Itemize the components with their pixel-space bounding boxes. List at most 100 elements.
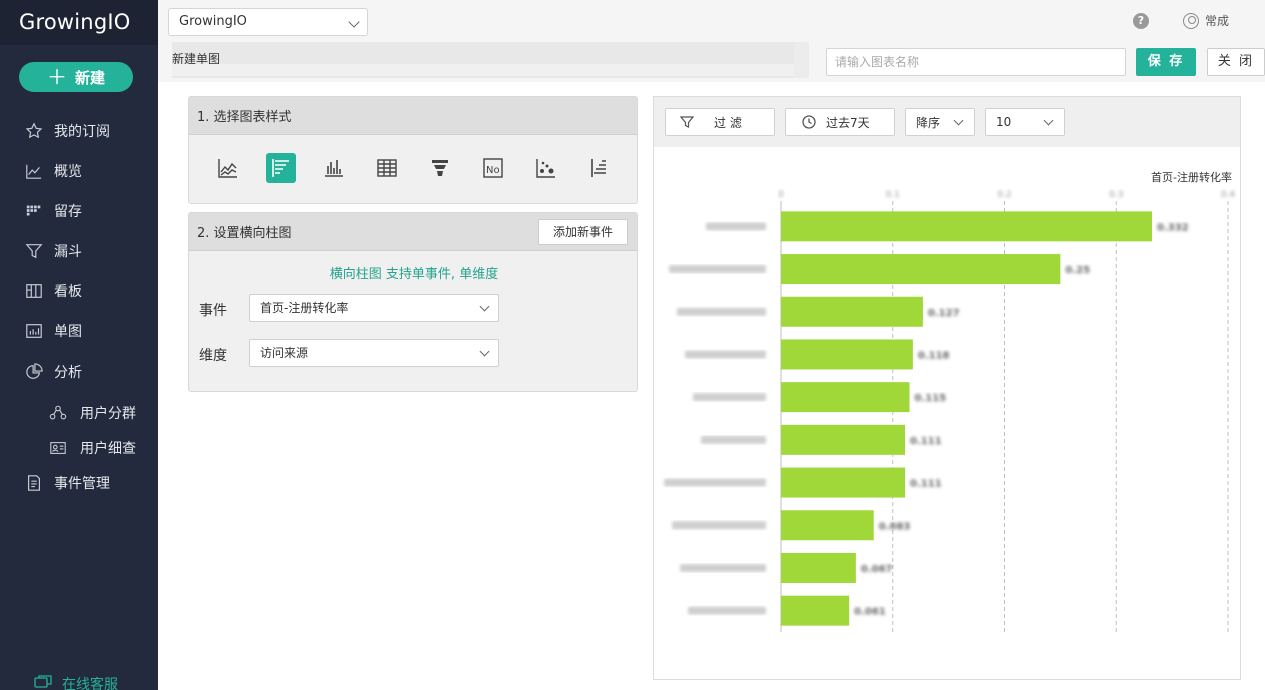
bar-value-label: 0.115 [915,393,947,404]
limit-select-value: 10 [996,115,1012,129]
bar [781,254,1061,285]
bar [781,382,910,413]
add-event-button[interactable]: 添加新事件 [538,219,628,245]
chart-type-table[interactable] [372,153,402,183]
chart-name-input[interactable] [826,48,1126,76]
sidebar-item-retention[interactable]: 留存 [0,191,158,231]
clock-icon [802,115,816,129]
sidebar-item-label: 看板 [54,284,82,300]
tab-strip: 新建单图 [172,42,794,78]
chart-type-list: No [189,135,637,201]
chart-type-funnel[interactable] [425,153,455,183]
x-tick-label: 0.3 [1109,190,1123,200]
tab-strip-bottom [172,64,794,76]
chart-settings-panel: 2. 设置横向柱图 添加新事件 横向柱图 支持单事件, 单维度 事件 首页-注册… [188,212,638,392]
event-label: 事件 [199,303,227,319]
top-bar: GrowingIO ? 常成 [158,0,1265,42]
sidebar-item-analysis[interactable]: 分析 [0,352,158,392]
user-menu[interactable]: 常成 [1183,12,1229,29]
bar-value-label: 0.061 [854,607,886,618]
category-label [672,521,766,530]
chart-type-scatter[interactable] [531,153,561,183]
limit-select[interactable]: 10 [985,108,1065,136]
sort-select[interactable]: 降序 [905,108,975,136]
save-button[interactable]: 保 存 [1136,48,1196,76]
event-select[interactable]: 首页-注册转化率 [249,294,499,322]
chart-type-horizontal-bar[interactable] [266,153,296,183]
sidebar-item-funnel[interactable]: 漏斗 [0,231,158,271]
chevron-down-icon [479,301,490,312]
filter-button[interactable]: 过 滤 [665,108,775,136]
line-chart-icon [24,161,44,181]
time-range-button[interactable]: 过去7天 [785,108,895,136]
category-label [677,307,766,316]
project-select[interactable]: GrowingIO [168,8,368,36]
user-card-icon [48,438,68,458]
stacked-bar-icon [591,159,606,177]
chart-type-line[interactable] [213,153,243,183]
sidebar: GrowingIO ＋ 新建 我的订阅 概览 留存 漏斗 看板 单图 分析 用户… [0,0,158,690]
sidebar-item-label: 单图 [54,324,82,340]
project-select-value: GrowingIO [179,14,247,29]
sidebar-item-single-chart[interactable]: 单图 [0,311,158,351]
time-range-label: 过去7天 [826,115,870,130]
sidebar-item-label: 留存 [54,204,82,220]
bar [781,595,850,626]
pie-chart-icon [24,362,44,382]
sidebar-item-label: 事件管理 [54,476,110,492]
bar [781,424,906,455]
bar [781,339,913,370]
bar-value-label: 0.127 [928,308,960,319]
dashboard-icon [24,281,44,301]
bar [781,296,923,327]
chart-style-title: 1. 选择图表样式 [189,97,637,135]
chevron-down-icon [479,346,490,357]
online-service-label: 在线客服 [62,677,118,690]
chart-type-stacked-bar[interactable] [584,153,614,183]
star-icon [24,121,44,141]
sidebar-item-subscriptions[interactable]: 我的订阅 [0,111,158,151]
chart-type-number[interactable]: No [478,153,508,183]
new-button-label: 新建 [74,68,105,87]
sidebar-item-dashboard[interactable]: 看板 [0,271,158,311]
plus-icon: ＋ [46,65,67,89]
chevron-down-icon [1043,115,1054,126]
sidebar-item-label: 用户分群 [80,406,136,422]
category-label [669,265,766,274]
help-icon[interactable]: ? [1133,13,1149,29]
svg-text:No: No [486,165,500,176]
close-button[interactable]: 关 闭 [1207,48,1265,76]
bar-value-label: 0.118 [918,350,950,361]
bar-value-label: 0.111 [910,436,942,447]
app-logo[interactable]: GrowingIO [0,0,158,45]
chart-tab-bar: 新建单图 保 存 关 闭 [158,42,1265,82]
sidebar-item-user-segment[interactable]: 用户分群 [0,393,158,433]
sidebar-item-label: 用户细查 [80,441,136,457]
user-segment-icon [48,403,68,423]
scatter-icon [536,159,555,178]
online-service-link[interactable]: 在线客服 [34,674,118,690]
main-content: 1. 选择图表样式 No 2. 设置横向柱图 添加新事件 横向柱图 支持单事件,… [158,82,1265,690]
dimension-select[interactable]: 访问来源 [249,339,499,367]
sidebar-item-label: 漏斗 [54,244,82,260]
bar [781,510,874,541]
bar [781,467,906,498]
retention-grid-icon [24,201,44,221]
sidebar-item-user-detail[interactable]: 用户细查 [0,428,158,468]
number-icon: No [483,158,503,178]
sidebar-item-label: 分析 [54,365,82,381]
category-label [701,435,766,444]
x-tick-label: 0.2 [997,190,1011,200]
horizontal-bar-chart: 0 0.1 0.2 0.3 0.4 0.332 0.25 0.127 0.118 0.115 0.1… [664,190,1235,632]
filter-label: 过 滤 [714,115,742,130]
chart-type-vertical-bar[interactable] [319,153,349,183]
sidebar-item-overview[interactable]: 概览 [0,151,158,191]
chart-style-panel: 1. 选择图表样式 No [188,96,638,204]
vertical-bar-icon [325,160,343,177]
bar-value-label: 0.083 [879,521,911,532]
chart-area: 首页-注册转化率 0 0.1 0.2 0.3 0.4 0.332 0.25 0.127 0.11… [654,147,1242,681]
sidebar-item-event-management[interactable]: 事件管理 [0,463,158,503]
bar-chart-icon [24,321,44,341]
event-select-value: 首页-注册转化率 [260,301,349,315]
new-button[interactable]: ＋ 新建 [19,62,133,92]
